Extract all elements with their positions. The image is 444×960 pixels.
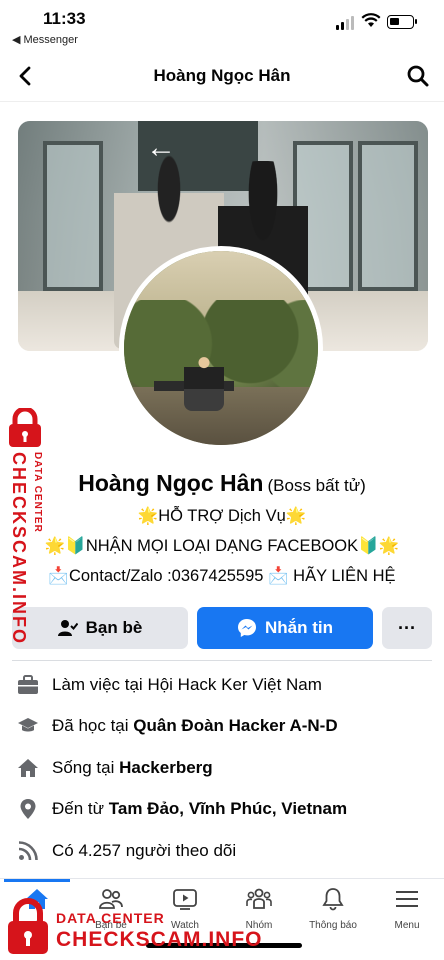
- info-row-followers[interactable]: Có 4.257 người theo dõi: [16, 836, 436, 866]
- message-button[interactable]: Nhắn tin: [197, 607, 373, 649]
- friends-button-label: Bạn bè: [85, 618, 143, 637]
- divider: [12, 660, 432, 661]
- info-prefix: Có 4.257 người theo dõi: [52, 841, 237, 860]
- more-icon: ···: [398, 617, 416, 638]
- profile-name: Hoàng Ngọc Hân (Boss bất tử): [0, 470, 444, 497]
- profile-name-text: Hoàng Ngọc Hân: [78, 470, 264, 496]
- bio-line: 🌟HỖ TRỢ Dịch Vụ🌟: [137, 507, 307, 525]
- info-row-from[interactable]: Đến từ Tam Đảo, Vĩnh Phúc, Vietnam: [16, 794, 436, 824]
- rss-icon: [16, 839, 40, 863]
- back-to-messenger-link[interactable]: ◀ Messenger: [12, 33, 78, 46]
- info-row-lives[interactable]: Sống tại Hackerberg: [16, 753, 436, 783]
- tab-label: Thông báo: [309, 920, 357, 931]
- info-value: Hội Hack Ker Việt Nam: [147, 675, 322, 694]
- lock-icon: [9, 408, 41, 447]
- tab-menu[interactable]: Menu: [370, 887, 444, 947]
- location-pin-icon: [16, 797, 40, 821]
- more-options-button[interactable]: ···: [382, 607, 432, 649]
- profile-actions: Bạn bè Nhắn tin ···: [12, 607, 432, 649]
- profile-avatar[interactable]: [119, 246, 323, 450]
- bell-icon: [322, 888, 344, 911]
- messenger-icon: [238, 619, 256, 637]
- bio-line: 🌟🔰NHẬN MỌI LOẠI DẠNG FACEBOOK🔰🌟: [44, 537, 400, 555]
- lock-icon: [8, 898, 48, 954]
- info-row-education[interactable]: Đã học tại Quân Đoàn Hacker A-N-D: [16, 711, 436, 741]
- info-prefix: Làm việc tại: [52, 675, 148, 694]
- status-time: 11:33: [43, 9, 86, 28]
- watermark-bottom: DATA CENTER CHECKSCAM.INFO: [4, 898, 294, 958]
- home-icon: [16, 756, 40, 780]
- bio-line: 📩Contact/Zalo :0367425595 📩 HÃY LIÊN HỆ: [48, 567, 396, 585]
- info-value: Quân Đoàn Hacker A-N-D: [133, 716, 338, 735]
- friend-check-icon: [57, 620, 78, 636]
- watermark-side: DATA CENTER CHECKSCAM.INFO: [2, 408, 48, 645]
- search-icon[interactable]: [406, 64, 430, 88]
- briefcase-icon: [16, 673, 40, 697]
- profile-alt-name: (Boss bất tử): [267, 476, 366, 495]
- profile-header: Hoàng Ngọc Hân: [0, 52, 444, 102]
- info-prefix: Sống tại: [52, 758, 120, 777]
- signal-icon: [336, 16, 354, 30]
- battery-icon: [387, 15, 417, 29]
- info-value: Tam Đảo, Vĩnh Phúc, Vietnam: [108, 799, 348, 818]
- active-tab-indicator: [4, 879, 70, 882]
- watermark-line2: CHECKSCAM.INFO: [9, 452, 29, 645]
- tab-notifications[interactable]: Thông báo: [296, 887, 370, 947]
- menu-icon: [396, 891, 418, 907]
- info-prefix: Đến từ: [52, 799, 109, 818]
- graduation-cap-icon: [16, 714, 40, 738]
- message-button-label: Nhắn tin: [265, 618, 333, 637]
- watermark-line2: CHECKSCAM.INFO: [56, 928, 263, 951]
- wifi-icon: [361, 13, 381, 27]
- info-prefix: Đã học tại: [52, 716, 134, 735]
- header-title: Hoàng Ngọc Hân: [153, 66, 291, 85]
- status-bar: 11:33 ◀ Messenger: [0, 0, 444, 50]
- info-row-work[interactable]: Làm việc tại Hội Hack Ker Việt Nam: [16, 670, 436, 700]
- watermark-line1: DATA CENTER: [56, 910, 165, 926]
- tab-label: Menu: [394, 920, 420, 931]
- watermark-line1: DATA CENTER: [32, 452, 43, 533]
- info-value: Hackerberg: [119, 758, 213, 777]
